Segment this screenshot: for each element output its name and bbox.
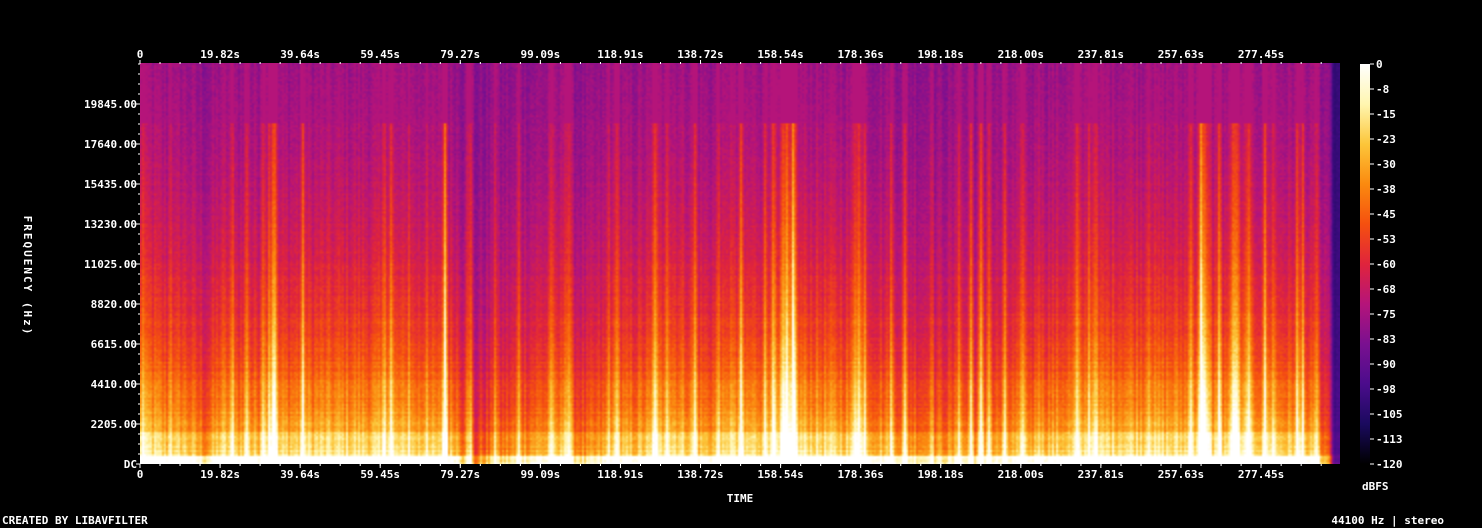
footer-credit: CREATED BY LIBAVFILTER: [2, 514, 148, 527]
y-tick-label: 17640.00: [84, 138, 137, 151]
x-tick-label: 59.45s: [360, 48, 400, 61]
colorbar-tick-label: -15: [1376, 108, 1396, 121]
y-tick-label: 6615.00: [91, 338, 137, 351]
x-tick-label: 39.64s: [280, 468, 320, 481]
x-tick-label: 257.63s: [1158, 48, 1204, 61]
x-tick-label: 158.54s: [757, 48, 803, 61]
x-tick-label: 138.72s: [677, 468, 723, 481]
x-tick-label: 218.00s: [998, 468, 1044, 481]
colorbar-tick-label: -68: [1376, 283, 1396, 296]
x-tick-label: 277.45s: [1238, 48, 1284, 61]
x-tick-label: 19.82s: [200, 468, 240, 481]
y-tick-label: 2205.00: [91, 418, 137, 431]
colorbar-label: dBFS: [1362, 480, 1389, 493]
x-tick-label: 178.36s: [837, 468, 883, 481]
x-tick-label: 0: [137, 468, 144, 481]
colorbar-tick-label: -83: [1376, 333, 1396, 346]
spectrogram-plot-area: [140, 63, 1340, 464]
x-tick-label: 158.54s: [757, 468, 803, 481]
colorbar-tick-label: -60: [1376, 258, 1396, 271]
y-tick-label: 11025.00: [84, 258, 137, 271]
colorbar-tick-label: -113: [1376, 433, 1403, 446]
x-tick-label: 99.09s: [520, 48, 560, 61]
x-tick-label: 277.45s: [1238, 468, 1284, 481]
x-tick-label: 257.63s: [1158, 468, 1204, 481]
colorbar-tick-label: -30: [1376, 158, 1396, 171]
y-tick-label: 15435.00: [84, 178, 137, 191]
x-tick-label: 118.91s: [597, 48, 643, 61]
x-tick-label: 19.82s: [200, 48, 240, 61]
colorbar-tick-label: 0: [1376, 58, 1383, 71]
spectrogram-chart: 0 19.82s 39.64s 59.45s 79.27s 99.09s 118.91s 13…: [0, 0, 1482, 528]
colorbar-tick-label: -90: [1376, 358, 1396, 371]
x-tick-label: 0: [137, 48, 144, 61]
colorbar-gradient: [1360, 64, 1370, 464]
colorbar-tick-label: -45: [1376, 208, 1396, 221]
x-tick-label: 99.09s: [520, 468, 560, 481]
x-tick-label: 79.27s: [440, 468, 480, 481]
x-tick-label: 39.64s: [280, 48, 320, 61]
colorbar-tick-label: -53: [1376, 233, 1396, 246]
x-tick-label: 218.00s: [998, 48, 1044, 61]
x-tick-label: 198.18s: [918, 468, 964, 481]
colorbar-tick-label: -23: [1376, 133, 1396, 146]
y-tick-label: DC: [124, 458, 137, 471]
x-tick-label: 237.81s: [1078, 48, 1124, 61]
x-tick-label: 79.27s: [440, 48, 480, 61]
y-tick-label: 4410.00: [91, 378, 137, 391]
colorbar-tick-label: -120: [1376, 458, 1403, 471]
x-tick-label: 237.81s: [1078, 468, 1124, 481]
y-axis-label: FREQUENCY (Hz): [21, 216, 34, 337]
x-tick-label: 178.36s: [837, 48, 883, 61]
footer-sample-info: 44100 Hz | stereo: [1331, 514, 1444, 527]
x-tick-label: 118.91s: [597, 468, 643, 481]
colorbar-tick-label: -105: [1376, 408, 1403, 421]
x-axis-label: TIME: [727, 492, 754, 505]
x-tick-label: 59.45s: [360, 468, 400, 481]
x-tick-label: 198.18s: [918, 48, 964, 61]
colorbar-tick-label: -75: [1376, 308, 1396, 321]
colorbar-tick-label: -38: [1376, 183, 1396, 196]
x-tick-label: 138.72s: [677, 48, 723, 61]
y-tick-label: 19845.00: [84, 98, 137, 111]
spectrogram-image: [140, 63, 1340, 464]
colorbar-tick-label: -8: [1376, 83, 1389, 96]
y-tick-label: 13230.00: [84, 218, 137, 231]
y-tick-label: 8820.00: [91, 298, 137, 311]
colorbar-tick-label: -98: [1376, 383, 1396, 396]
